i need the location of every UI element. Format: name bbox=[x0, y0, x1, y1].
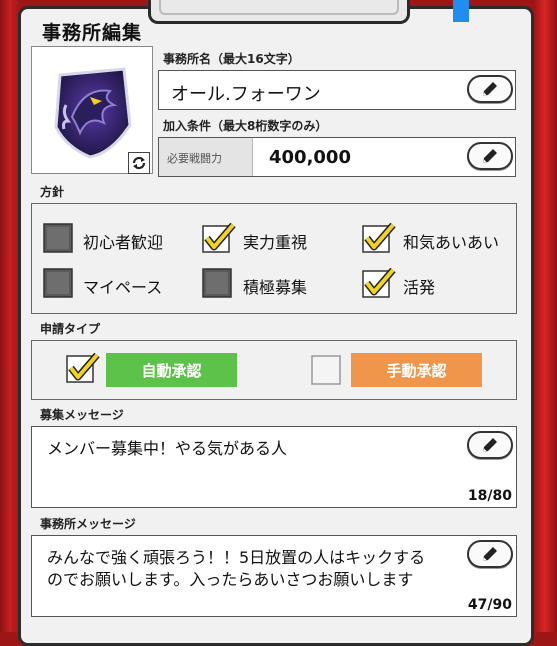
right-frame bbox=[535, 0, 557, 632]
checkmark-icon bbox=[66, 352, 100, 383]
edit-office-name-button[interactable] bbox=[467, 75, 513, 103]
checkbox-icon bbox=[43, 268, 73, 298]
office-message-line-1: みんなで強く頑張ろう！！5日放置の人はキックする bbox=[47, 548, 426, 567]
office-message-line-2: のでお願いします。入ったらあいさつお願いします bbox=[47, 570, 414, 589]
left-frame bbox=[0, 0, 20, 632]
pencil-icon bbox=[483, 82, 497, 96]
required-power-label: 必要戦闘力 bbox=[167, 152, 222, 165]
edit-office-message-button[interactable] bbox=[467, 540, 513, 568]
policy-checkbox-beginners[interactable] bbox=[43, 223, 73, 253]
checkbox-icon bbox=[311, 355, 341, 385]
checkmark-icon bbox=[362, 267, 396, 298]
edit-recruit-message-button[interactable] bbox=[467, 431, 513, 459]
policy-option-lively: 活発 bbox=[403, 278, 436, 297]
office-message-field[interactable]: みんなで強く頑張ろう！！5日放置の人はキックする のでお願いします。入ったらあい… bbox=[31, 535, 517, 617]
recruit-message-label: 募集メッセージ bbox=[40, 408, 124, 422]
checkmark-icon bbox=[202, 222, 236, 253]
policy-label: 方針 bbox=[40, 185, 65, 199]
refresh-icon bbox=[132, 156, 146, 170]
recruit-message-text: メンバー募集中！やる気がある人 bbox=[47, 439, 288, 458]
policy-checkbox-friendly[interactable] bbox=[362, 222, 396, 253]
page-title: 事務所編集 bbox=[42, 22, 143, 44]
policy-checkbox-active-recruit[interactable] bbox=[202, 268, 232, 298]
change-emblem-button[interactable] bbox=[128, 152, 150, 174]
policy-checkbox-lively[interactable] bbox=[362, 267, 396, 298]
join-condition-label: 加入条件（最大8桁数字のみ） bbox=[163, 119, 328, 133]
policy-checkbox-skill[interactable] bbox=[202, 222, 236, 253]
power-label-cell: 必要戦闘力 bbox=[159, 138, 253, 176]
policy-checkbox-mypace[interactable] bbox=[43, 268, 73, 298]
office-message-label: 事務所メッセージ bbox=[40, 517, 136, 531]
checkbox-icon bbox=[202, 268, 232, 298]
manual-approve-button[interactable]: 手動承認 bbox=[351, 353, 482, 387]
blue-scroll-marker bbox=[453, 0, 469, 22]
top-tab-frame bbox=[148, 0, 410, 24]
join-condition-field[interactable]: 必要戦闘力 400,000 bbox=[158, 137, 516, 177]
policy-option-beginners: 初心者歓迎 bbox=[83, 233, 164, 252]
edit-join-condition-button[interactable] bbox=[467, 142, 513, 170]
policy-option-friendly: 和気あいあい bbox=[403, 233, 500, 252]
office-name-label: 事務所名（最大16文字） bbox=[163, 52, 300, 66]
pencil-icon bbox=[483, 547, 497, 561]
auto-approve-checkbox[interactable] bbox=[66, 352, 100, 383]
manual-approve-checkbox[interactable] bbox=[311, 355, 341, 385]
application-type-label: 申請タイプ bbox=[40, 322, 101, 336]
pencil-icon bbox=[483, 438, 497, 452]
office-message-counter: 47/90 bbox=[467, 597, 512, 613]
policy-option-mypace: マイペース bbox=[83, 278, 163, 297]
checkmark-icon bbox=[362, 222, 396, 253]
required-power-value: 400,000 bbox=[269, 147, 351, 168]
office-name-value: オール.フォーワン bbox=[171, 84, 321, 105]
office-name-field[interactable]: オール.フォーワン bbox=[158, 70, 516, 110]
recruit-message-counter: 18/80 bbox=[467, 488, 512, 504]
auto-approve-button[interactable]: 自動承認 bbox=[106, 353, 237, 387]
policy-option-active-recruit: 積極募集 bbox=[243, 278, 308, 297]
policy-option-skill: 実力重視 bbox=[243, 233, 308, 252]
recruit-message-field[interactable]: メンバー募集中！やる気がある人 18/80 bbox=[31, 426, 517, 508]
checkbox-icon bbox=[43, 223, 73, 253]
pencil-icon bbox=[483, 149, 497, 163]
